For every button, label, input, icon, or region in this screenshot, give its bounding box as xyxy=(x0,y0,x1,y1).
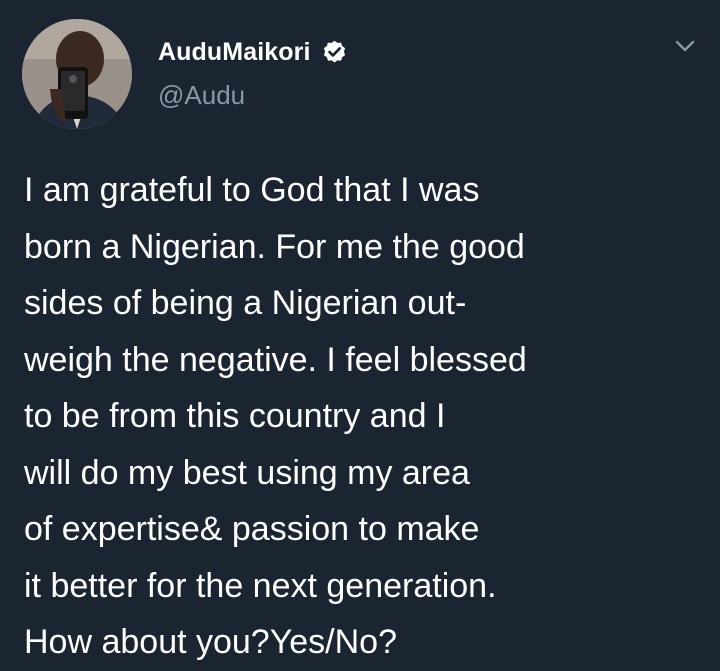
tweet-text: I am grateful to God that I was born a N… xyxy=(24,171,527,661)
avatar-photo xyxy=(22,19,132,129)
author-name-row[interactable]: AuduMaikori xyxy=(158,38,348,67)
author-display-name[interactable]: AuduMaikori xyxy=(158,38,311,67)
avatar[interactable] xyxy=(22,19,132,129)
author-handle[interactable]: @Audu xyxy=(158,80,245,111)
tweet-card: AuduMaikori @Audu I am grateful to God t… xyxy=(0,0,720,670)
verified-badge-icon xyxy=(321,39,348,66)
chevron-down-icon[interactable] xyxy=(674,38,696,54)
